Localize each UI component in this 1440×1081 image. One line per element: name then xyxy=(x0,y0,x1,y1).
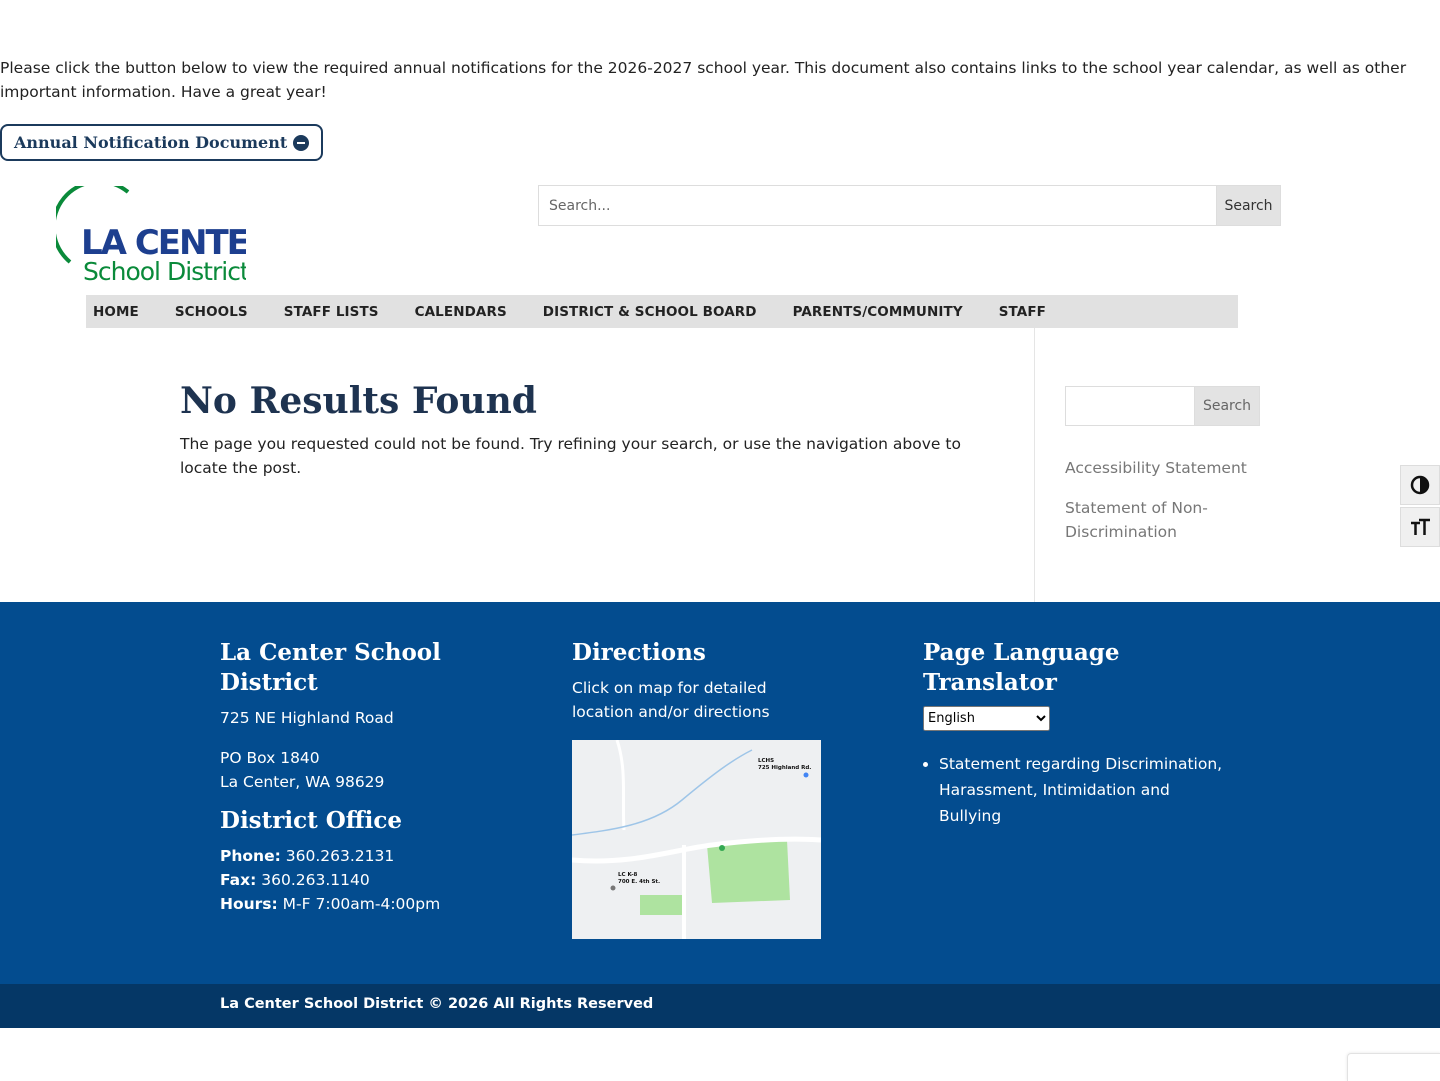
footer-po-box: PO Box 1840 xyxy=(220,749,320,767)
header-search-input[interactable] xyxy=(538,185,1216,226)
text-size-icon xyxy=(1411,518,1430,535)
nav-schools[interactable]: SCHOOLS xyxy=(175,304,248,320)
annual-notice-text: Please click the button below to view th… xyxy=(0,59,1407,101)
footer-phone: Phone: 360.263.2131 xyxy=(220,847,395,865)
header-search-button[interactable]: Search xyxy=(1216,185,1281,226)
copyright-bar: La Center School District © 2026 All Rig… xyxy=(0,984,1440,1028)
sidebar-search: Search xyxy=(1065,386,1260,426)
site-footer: La Center School District 725 NE Highlan… xyxy=(0,602,1440,984)
recaptcha-badge[interactable] xyxy=(1347,1053,1440,1081)
arrow-circle-icon xyxy=(293,134,310,151)
map-lchs-address: 725 Highland Rd. xyxy=(758,765,811,771)
high-contrast-toggle[interactable] xyxy=(1400,465,1440,505)
nav-district-school-board[interactable]: DISTRICT & SCHOOL BOARD xyxy=(543,304,757,320)
map-lck8-address: 700 E. 4th St. xyxy=(618,879,660,885)
map-lck8: LC K-8 xyxy=(618,872,638,878)
font-size-toggle[interactable] xyxy=(1400,507,1440,547)
translator-title: Page Language Translator xyxy=(923,639,1120,696)
nav-home[interactable]: HOME xyxy=(93,304,139,320)
page-title: No Results Found xyxy=(180,380,537,422)
footer-city: La Center, WA 98629 xyxy=(220,773,385,791)
annual-notification-button[interactable]: Annual Notification Document xyxy=(0,124,324,161)
footer-district-column: La Center School District 725 NE Highlan… xyxy=(220,638,520,916)
contrast-icon xyxy=(1410,475,1430,495)
nav-calendars[interactable]: CALENDARS xyxy=(415,304,507,320)
sidebar-search-input[interactable] xyxy=(1065,386,1194,426)
directions-map[interactable]: LCHS 725 Highland Rd. LC K-8 700 E. 4th … xyxy=(572,740,821,939)
accessibility-statement-link[interactable]: Accessibility Statement xyxy=(1065,456,1255,480)
copyright-text: La Center School District © 2026 All Rig… xyxy=(220,996,654,1012)
footer-district-title: La Center School District xyxy=(220,639,441,696)
nav-parents-community[interactable]: PARENTS/COMMUNITY xyxy=(793,304,963,320)
accessibility-toolbar xyxy=(1400,465,1440,549)
no-results-message: The page you requested could not be foun… xyxy=(180,435,961,477)
district-office-title: District Office xyxy=(220,807,403,834)
annual-notification-button-label: Annual Notification Document xyxy=(14,133,288,152)
sidebar-search-button[interactable]: Search xyxy=(1194,386,1260,426)
non-discrimination-link[interactable]: Statement of Non-Discrimination xyxy=(1065,496,1255,544)
footer-fax: Fax: 360.263.1140 xyxy=(220,871,370,889)
footer-directions-column: Directions Click on map for detailed loc… xyxy=(572,638,832,939)
nav-staff-lists[interactable]: STAFF LISTS xyxy=(284,304,379,320)
main-nav: HOME SCHOOLS STAFF LISTS CALENDARS DISTR… xyxy=(86,295,1238,328)
sidebar-links: Accessibility Statement Statement of Non… xyxy=(1065,456,1255,560)
sidebar-divider xyxy=(1034,328,1035,602)
logo-line2: School District xyxy=(83,257,246,286)
language-select[interactable]: English xyxy=(923,706,1050,731)
header-search: Search xyxy=(538,185,1281,226)
nav-staff[interactable]: STAFF xyxy=(999,304,1046,320)
footer-hours: Hours: M-F 7:00am-4:00pm xyxy=(220,895,441,913)
directions-title: Directions xyxy=(572,639,706,666)
map-lchs: LCHS xyxy=(758,758,774,764)
footer-links: Statement regarding Discrimination, Hara… xyxy=(923,751,1223,829)
discrimination-statement-link[interactable]: Statement regarding Discrimination, Hara… xyxy=(939,751,1223,829)
directions-text: Click on map for detailed location and/o… xyxy=(572,679,770,721)
district-logo[interactable]: LA CENTER School District xyxy=(51,179,276,286)
footer-address: 725 NE Highland Road xyxy=(220,709,394,727)
footer-translator-column: Page Language Translator English Stateme… xyxy=(923,638,1223,829)
